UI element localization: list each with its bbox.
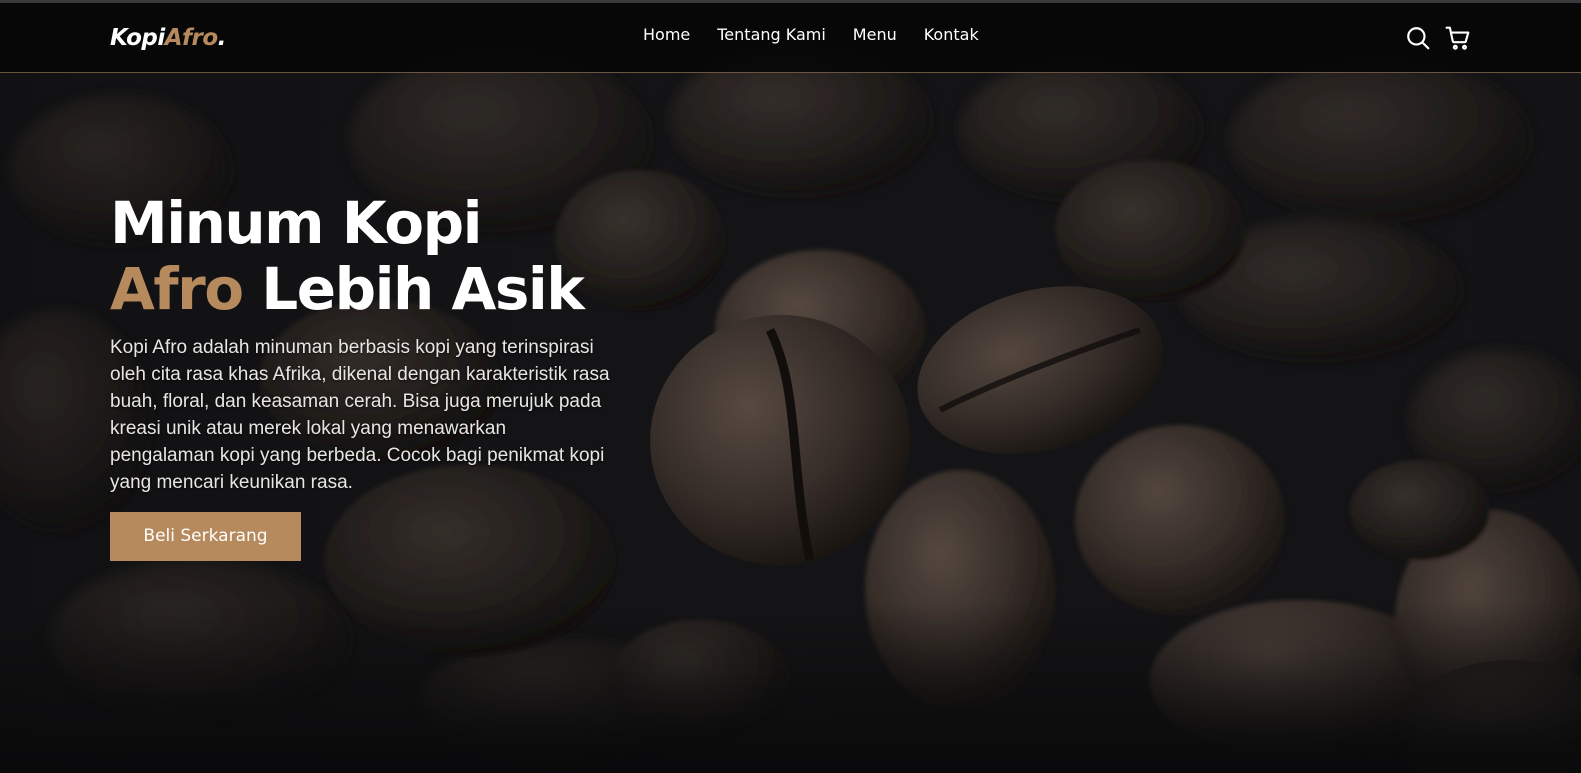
navbar: KopiAfro. Home Tentang Kami Menu Kontak: [0, 0, 1581, 73]
shopping-cart-icon[interactable]: [1445, 25, 1471, 51]
main-nav: Home Tentang Kami Menu Kontak: [643, 25, 979, 44]
logo-dot: .: [217, 24, 227, 51]
logo-accent-text: Afro: [164, 24, 218, 51]
headline-accent: Afro: [110, 255, 244, 323]
hero-description: Kopi Afro adalah minuman berbasis kopi y…: [110, 337, 610, 493]
nav-item-kontak[interactable]: Kontak: [924, 25, 979, 44]
nav-icons: [1405, 25, 1471, 51]
brand-logo[interactable]: KopiAfro.: [110, 25, 226, 51]
nav-item-home[interactable]: Home: [643, 25, 690, 44]
hero-content: Minum Kopi Afro Lebih Asik Kopi Afro ada…: [110, 190, 630, 561]
search-icon[interactable]: [1405, 25, 1431, 51]
logo-main-text: Kopi: [110, 24, 165, 51]
headline-rest: Lebih Asik: [242, 255, 585, 323]
buy-now-button[interactable]: Beli Serkarang: [110, 512, 301, 561]
hero-headline: Minum Kopi Afro Lebih Asik: [110, 190, 630, 322]
nav-item-tentang-kami[interactable]: Tentang Kami: [717, 25, 826, 44]
headline-line1: Minum Kopi: [110, 189, 482, 257]
hero-section: Minum Kopi Afro Lebih Asik Kopi Afro ada…: [0, 0, 1581, 773]
nav-item-menu[interactable]: Menu: [853, 25, 897, 44]
